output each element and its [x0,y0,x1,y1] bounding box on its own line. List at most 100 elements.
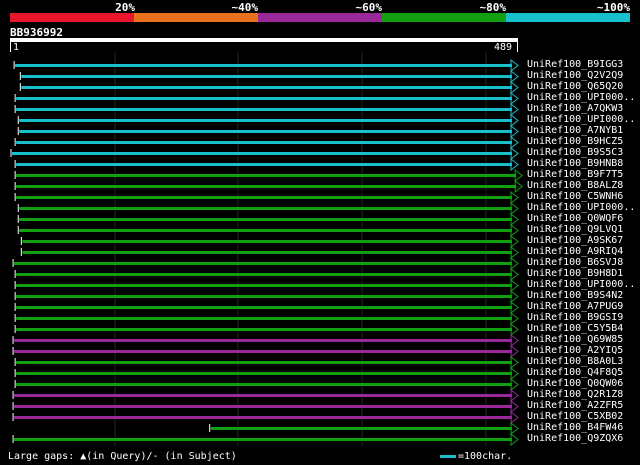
hit-end-arrow [510,113,519,128]
hit-label[interactable]: UniRef100_B8A0L3 [527,356,623,367]
hit-end-arrow [510,322,519,337]
hit-label[interactable]: UniRef100_B9S4N2 [527,290,623,301]
hit-bar[interactable] [16,185,517,188]
hit-bar[interactable] [16,306,512,309]
hit-bar[interactable] [14,438,512,441]
hit-label[interactable]: UniRef100_C5XB02 [527,411,623,422]
hit-label[interactable]: UniRef100_Q2R1Z8 [527,389,623,400]
hit-bar[interactable] [14,262,512,265]
hit-end-arrow [510,366,519,381]
hit-label[interactable]: UniRef100_A9RIQ4 [527,246,623,257]
hit-end-arrow [510,135,519,150]
hit-bar[interactable] [19,130,512,133]
hit-bar[interactable] [22,240,513,243]
hit-label[interactable]: UniRef100_B6SVJ8 [527,257,623,268]
hit-bar[interactable] [16,141,512,144]
hit-end-arrow [510,421,519,436]
hit-end-arrow [510,190,519,205]
hit-bar[interactable] [19,119,512,122]
hit-label[interactable]: UniRef100_C5WNH6 [527,191,623,202]
hit-end-arrow [510,311,519,326]
hit-bar[interactable] [22,251,513,254]
hit-bar[interactable] [14,405,512,408]
hit-end-arrow [510,377,519,392]
hit-bar[interactable] [16,284,512,287]
hit-label[interactable]: UniRef100_Q9ZQX6 [527,433,623,444]
hit-end-arrow [510,201,519,216]
hit-bar[interactable] [16,372,512,375]
hit-label[interactable]: UniRef100_B9H8D1 [527,268,623,279]
scale-swatch [440,455,456,458]
hit-end-arrow [510,234,519,249]
hit-bar[interactable] [19,229,512,232]
hit-end-arrow [510,124,519,139]
hit-bar[interactable] [16,383,512,386]
hit-bar[interactable] [16,97,512,100]
hit-label[interactable]: UniRef100_B9HNB8 [527,158,623,169]
hit-label[interactable]: UniRef100_UPI000.. [527,279,635,290]
hit-bar[interactable] [14,339,512,342]
hit-label[interactable]: UniRef100_Q0QW06 [527,378,623,389]
hit-label[interactable]: UniRef100_UPI000.. [527,202,635,213]
hit-label[interactable]: UniRef100_B9IGG3 [527,59,623,70]
hit-label[interactable]: UniRef100_A7QKW3 [527,103,623,114]
hit-bar[interactable] [15,64,512,67]
hit-label[interactable]: UniRef100_B9HCZ5 [527,136,623,147]
hit-label[interactable]: UniRef100_B9S5C3 [527,147,623,158]
hit-bar[interactable] [16,196,512,199]
hit-end-arrow [510,278,519,293]
hit-label[interactable]: UniRef100_Q9LVQ1 [527,224,623,235]
hit-bar[interactable] [19,218,512,221]
hit-bar[interactable] [16,295,512,298]
hit-bar[interactable] [16,163,512,166]
hit-end-arrow [510,245,519,260]
hit-label[interactable]: UniRef100_Q4F8Q5 [527,367,623,378]
hit-bar[interactable] [210,427,512,430]
hit-label[interactable]: UniRef100_A9SK67 [527,235,623,246]
hit-label[interactable]: UniRef100_A2ZFR5 [527,400,623,411]
hit-label[interactable]: UniRef100_B8ALZ8 [527,180,623,191]
scale-text: =100char. [458,451,513,462]
hit-bar[interactable] [16,328,512,331]
hit-bar[interactable] [14,416,512,419]
hit-label[interactable]: UniRef100_UPI000.. [527,92,635,103]
hit-end-arrow [510,267,519,282]
hit-end-arrow [510,333,519,348]
hit-bar[interactable] [16,174,517,177]
hit-label[interactable]: UniRef100_UPI000.. [527,114,635,125]
hit-label[interactable]: UniRef100_Q69W85 [527,334,623,345]
hit-end-arrow [514,168,523,183]
hit-label[interactable]: UniRef100_Q65Q20 [527,81,623,92]
hit-label[interactable]: UniRef100_B4FW46 [527,422,623,433]
hit-label[interactable]: UniRef100_A2YIQ5 [527,345,623,356]
hit-label[interactable]: UniRef100_C5Y5B4 [527,323,623,334]
hit-bar[interactable] [14,350,512,353]
hit-label[interactable]: UniRef100_Q0WQF6 [527,213,623,224]
hit-label[interactable]: UniRef100_A7PUG9 [527,301,623,312]
hit-bar[interactable] [16,273,512,276]
hit-bar[interactable] [21,86,512,89]
hit-bar[interactable] [16,361,512,364]
hit-label[interactable]: UniRef100_B9GSI9 [527,312,623,323]
hit-bar[interactable] [21,75,512,78]
hit-label[interactable]: UniRef100_B9F7T5 [527,169,623,180]
hit-label[interactable]: UniRef100_Q2V2Q9 [527,70,623,81]
hit-bar[interactable] [19,207,512,210]
hit-end-arrow [510,399,519,414]
hit-label[interactable]: UniRef100_A7NYB1 [527,125,623,136]
hit-end-arrow [510,432,519,447]
hit-end-arrow [510,355,519,370]
hit-end-arrow [510,58,519,73]
hit-end-arrow [510,289,519,304]
hit-end-arrow [510,212,519,227]
hit-bar[interactable] [14,394,512,397]
hit-end-arrow [510,69,519,84]
hit-bar[interactable] [12,152,512,155]
hit-end-arrow [510,300,519,315]
gaps-legend: Large gaps: ▲(in Query)/- (in Subject) [8,451,237,462]
hit-end-arrow [510,157,519,172]
hit-end-arrow [510,344,519,359]
hit-bar[interactable] [16,317,512,320]
hit-end-arrow [510,80,519,95]
hit-bar[interactable] [16,108,512,111]
